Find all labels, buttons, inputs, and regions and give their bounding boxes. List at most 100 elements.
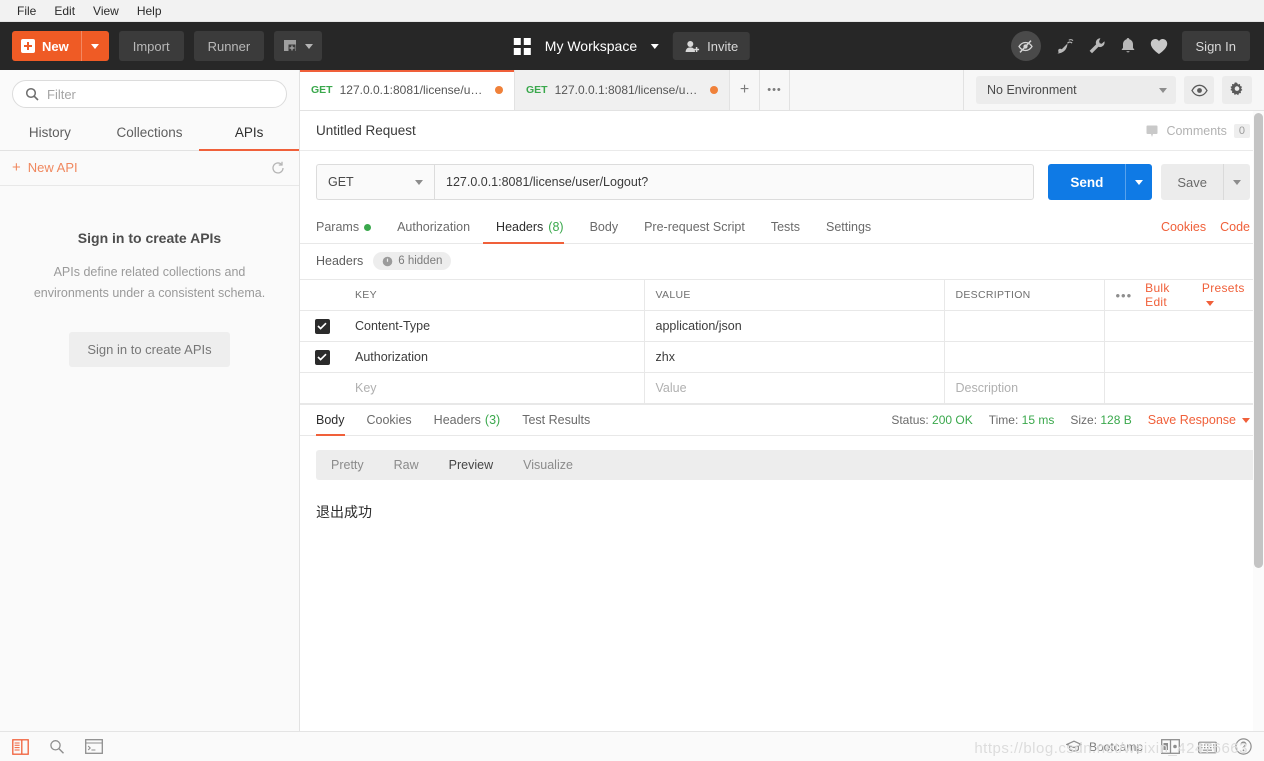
tab-pre-request-script[interactable]: Pre-request Script: [631, 211, 758, 244]
header-row-1-key[interactable]: Content-Type: [344, 310, 645, 342]
sidebar-tab-history[interactable]: History: [0, 116, 100, 150]
search-icon[interactable]: [49, 739, 65, 755]
table-row[interactable]: Authorization zhx: [300, 341, 1264, 373]
response-tab-body-label: Body: [316, 413, 345, 427]
cookies-link[interactable]: Cookies: [1161, 220, 1206, 234]
response-tab-cookies[interactable]: Cookies: [356, 404, 423, 436]
sidebar-tab-collections[interactable]: Collections: [100, 116, 200, 150]
view-tab-visualize[interactable]: Visualize: [508, 450, 588, 480]
save-options-button[interactable]: [1223, 164, 1250, 200]
header-row-new-value[interactable]: Value: [644, 372, 945, 404]
tab-body[interactable]: Body: [577, 211, 632, 244]
invite-button[interactable]: Invite: [673, 32, 751, 60]
tab-params[interactable]: Params: [316, 211, 384, 244]
import-button[interactable]: Import: [118, 31, 184, 61]
comments-label: Comments: [1166, 123, 1227, 138]
header-row-2-description[interactable]: [944, 341, 1105, 373]
table-row-placeholder[interactable]: Key Value Description: [300, 372, 1264, 404]
new-api-button[interactable]: + New API: [12, 160, 78, 175]
view-tab-pretty[interactable]: Pretty: [316, 450, 379, 480]
notifications-button[interactable]: [1120, 37, 1136, 55]
scrollbar-thumb[interactable]: [1254, 113, 1263, 568]
bootcamp-button[interactable]: Bootcamp: [1065, 740, 1143, 754]
open-new-window-button[interactable]: [274, 31, 323, 61]
bulk-edit-link[interactable]: Bulk Edit: [1145, 281, 1189, 309]
menu-item-file[interactable]: File: [8, 2, 45, 20]
request-tab-1[interactable]: GET 127.0.0.1:8081/license/user/Lo...: [300, 70, 515, 110]
status-bar-left: [12, 738, 103, 755]
sidebar-toggle-icon[interactable]: [12, 738, 29, 755]
header-row-2-key[interactable]: Authorization: [344, 341, 645, 373]
ellipsis-icon[interactable]: •••: [1116, 288, 1133, 303]
table-row[interactable]: Content-Type application/json: [300, 310, 1264, 342]
menu-item-edit[interactable]: Edit: [45, 2, 84, 20]
environment-settings-button[interactable]: [1222, 76, 1252, 104]
new-button-label: New: [42, 38, 69, 54]
send-button[interactable]: Send: [1048, 164, 1126, 200]
comments-button[interactable]: Comments 0: [1145, 123, 1250, 138]
sync-status-button[interactable]: [1055, 37, 1074, 56]
interceptor-button[interactable]: [1010, 31, 1041, 61]
tab-authorization[interactable]: Authorization: [384, 211, 483, 244]
header-row-new-description[interactable]: Description: [944, 372, 1105, 404]
tab-headers[interactable]: Headers (8): [483, 211, 577, 244]
header-col-value: VALUE: [644, 279, 945, 311]
new-request-tab-button[interactable]: +: [730, 70, 760, 110]
method-selector[interactable]: GET: [316, 164, 434, 200]
vertical-scrollbar[interactable]: [1253, 111, 1264, 731]
new-api-row: + New API: [0, 151, 299, 186]
save-button[interactable]: Save: [1161, 164, 1223, 200]
hidden-headers-toggle[interactable]: 6 hidden: [373, 252, 452, 270]
console-icon[interactable]: [85, 739, 103, 754]
response-tab-test-results[interactable]: Test Results: [511, 404, 601, 436]
header-row-1-check[interactable]: [300, 310, 344, 342]
runner-button[interactable]: Runner: [193, 31, 265, 61]
view-tab-preview[interactable]: Preview: [434, 450, 508, 480]
url-row: GET 127.0.0.1:8081/license/user/Logout? …: [300, 151, 1264, 211]
code-link[interactable]: Code: [1220, 220, 1250, 234]
environment-quick-look-button[interactable]: [1184, 76, 1214, 104]
favorites-button[interactable]: [1150, 38, 1168, 55]
header-row-1-description[interactable]: [944, 310, 1105, 342]
new-button-dropdown[interactable]: [80, 31, 109, 61]
tab-options-button[interactable]: •••: [760, 70, 790, 110]
sign-in-label: Sign In: [1195, 38, 1236, 54]
workspace-label: My Workspace: [544, 38, 638, 54]
send-options-button[interactable]: [1125, 164, 1153, 200]
new-button-main[interactable]: New: [12, 31, 81, 61]
request-name[interactable]: Untitled Request: [316, 123, 416, 138]
tab-settings[interactable]: Settings: [813, 211, 884, 244]
response-tab-body[interactable]: Body: [316, 404, 356, 436]
request-tab-2[interactable]: GET 127.0.0.1:8081/license/user/Lo...: [515, 70, 730, 110]
status-label: Status:: [891, 413, 929, 427]
save-group: Save: [1161, 164, 1250, 200]
new-button[interactable]: New: [12, 31, 109, 61]
tab-headers-label: Headers: [496, 220, 544, 234]
workspace-selector[interactable]: My Workspace Invite: [513, 32, 751, 60]
tab-tests[interactable]: Tests: [758, 211, 813, 244]
sidebar-tab-apis[interactable]: APIs: [199, 116, 299, 151]
settings-button[interactable]: [1088, 37, 1106, 55]
request-tab-1-title: 127.0.0.1:8081/license/user/Lo...: [339, 83, 488, 97]
url-input[interactable]: 127.0.0.1:8081/license/user/Logout?: [434, 164, 1035, 200]
header-row-2-value[interactable]: zhx: [644, 341, 945, 373]
menu-item-view[interactable]: View: [84, 2, 128, 20]
view-tab-raw[interactable]: Raw: [379, 450, 434, 480]
header-row-2-check[interactable]: [300, 341, 344, 373]
keyboard-icon[interactable]: [1198, 740, 1217, 754]
sign-in-button[interactable]: Sign In: [1181, 31, 1250, 61]
refresh-icon[interactable]: [271, 161, 285, 175]
header-row-1-value[interactable]: application/json: [644, 310, 945, 342]
sign-in-create-apis-button[interactable]: Sign in to create APIs: [69, 332, 230, 367]
response-tab-headers[interactable]: Headers (3): [423, 404, 512, 436]
save-response-button[interactable]: Save Response: [1148, 413, 1250, 427]
filter-input[interactable]: Filter: [12, 80, 287, 108]
help-icon[interactable]: [1235, 738, 1252, 755]
menu-item-help[interactable]: Help: [128, 2, 171, 20]
presets-dropdown[interactable]: Presets: [1202, 281, 1253, 309]
header-row-new-key[interactable]: Key: [344, 372, 645, 404]
environment-selector[interactable]: No Environment: [976, 76, 1176, 104]
chevron-down-icon: [1233, 179, 1241, 185]
header-row-2-actions: [1104, 341, 1264, 373]
two-pane-layout-icon[interactable]: [1161, 739, 1180, 754]
